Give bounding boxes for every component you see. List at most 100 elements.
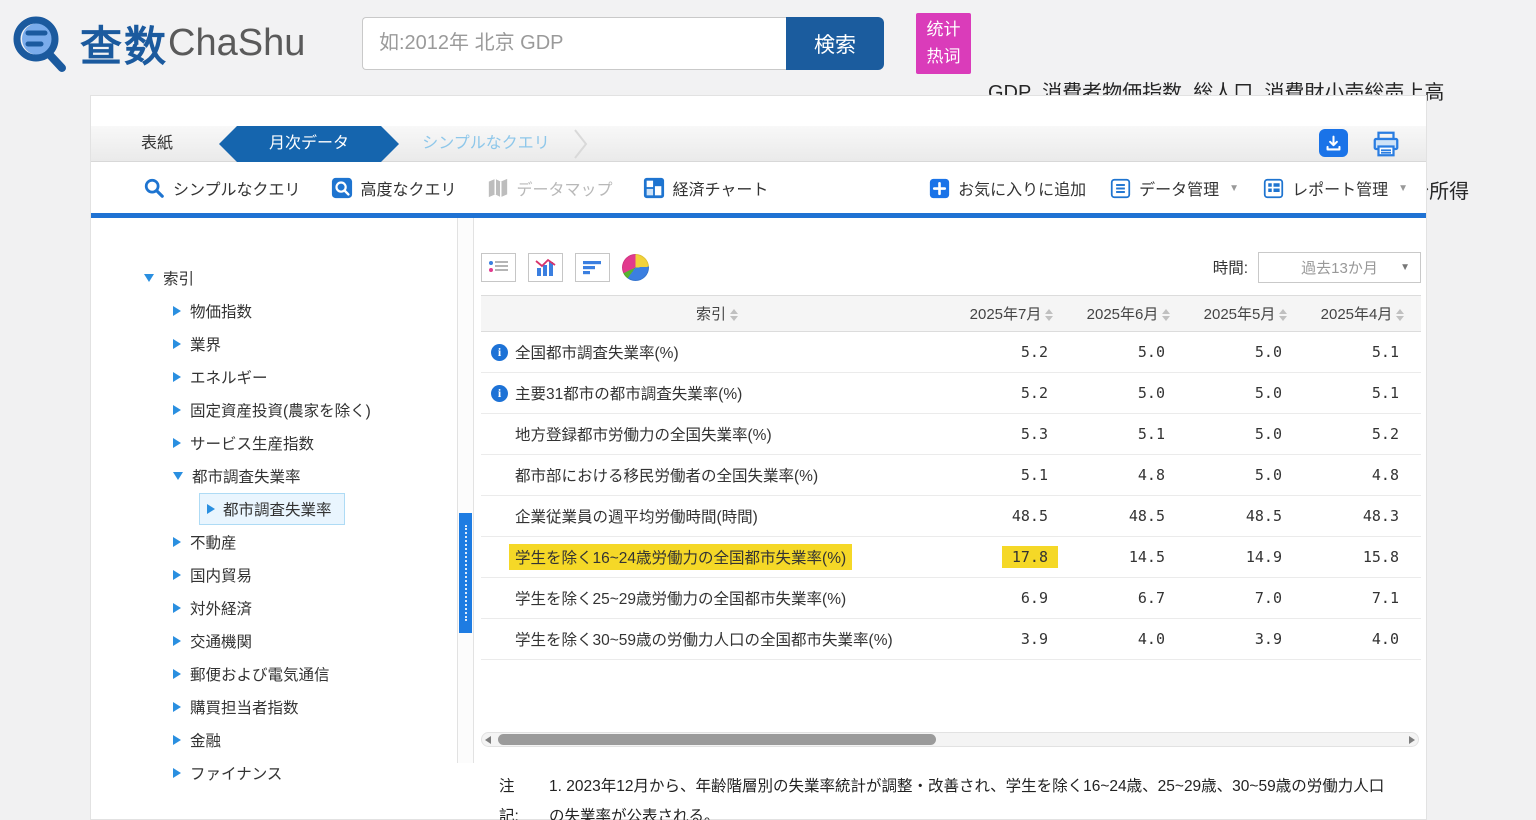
tree-item-label: ファイナンス: [190, 762, 282, 784]
column-header-2[interactable]: 2025年6月: [1070, 303, 1187, 324]
column-header-4[interactable]: 2025年4月: [1304, 303, 1421, 324]
report-manage-menu[interactable]: レポート管理 ▼: [1263, 176, 1408, 200]
advanced-search-icon: [331, 177, 353, 199]
triangle-right-icon[interactable]: [173, 339, 181, 349]
splitter-handle[interactable]: [459, 513, 472, 633]
triangle-down-icon[interactable]: [173, 472, 183, 480]
search-input[interactable]: [362, 17, 786, 70]
column-header-0[interactable]: 索引: [481, 303, 953, 324]
chevron-down-icon: ▼: [1229, 183, 1239, 194]
tree-item-label: 対外経済: [190, 597, 252, 619]
notes-label: 注 記:: [499, 772, 549, 820]
triangle-right-icon[interactable]: [173, 405, 181, 415]
table-row-1[interactable]: i主要31都市の都市調査失業率(%)5.25.05.05.1: [481, 373, 1421, 414]
triangle-right-icon[interactable]: [173, 636, 181, 646]
logo[interactable]: 查数 ChaShu: [8, 11, 305, 75]
table-row-3[interactable]: 都市部における移民労働者の全国失業率(%)5.14.85.04.8: [481, 455, 1421, 496]
tree-item-label: 郵便および電気通信: [190, 663, 330, 685]
triangle-right-icon[interactable]: [173, 735, 181, 745]
triangle-right-icon[interactable]: [173, 702, 181, 712]
info-icon[interactable]: i: [491, 344, 508, 361]
hbar-view-button[interactable]: [575, 253, 610, 282]
tree-item-9[interactable]: 国内貿易: [91, 558, 457, 591]
pie-chart-view-button[interactable]: [622, 254, 649, 281]
table-row-2[interactable]: 地方登録都市労働力の全国失業率(%)5.35.15.05.2: [481, 414, 1421, 455]
data-table: 索引2025年7月2025年6月2025年5月2025年4月 i全国都市調査失業…: [481, 295, 1421, 660]
tree-item-label: 固定資産投資(農家を除く): [190, 399, 371, 421]
cell-value: 5.0: [1255, 425, 1282, 443]
bar-chart-view-button[interactable]: [528, 253, 563, 282]
search-button[interactable]: 検索: [786, 17, 884, 70]
scrollbar-thumb[interactable]: [498, 734, 936, 745]
add-favorite-button[interactable]: お気に入りに追加: [929, 176, 1086, 200]
cell-value: 48.5: [1012, 507, 1048, 525]
tree-item-label: 交通機関: [190, 630, 252, 652]
toolbar-advanced-query[interactable]: 高度なクエリ: [331, 176, 457, 200]
download-button[interactable]: [1319, 129, 1348, 157]
tree-item-5[interactable]: サービス生産指数: [91, 426, 457, 459]
triangle-right-icon[interactable]: [173, 669, 181, 679]
hot-badge-line1: 统计: [916, 17, 971, 43]
tree-item-1[interactable]: 物価指数: [91, 294, 457, 327]
tree-item-4[interactable]: 固定資産投資(農家を除く): [91, 393, 457, 426]
tab-monthly-data[interactable]: 月次データ: [219, 126, 399, 162]
sort-icon[interactable]: [1162, 309, 1170, 321]
tree-item-0[interactable]: 索引: [91, 261, 457, 294]
toolbar-data-map-label: データマップ: [517, 176, 613, 200]
table-row-7[interactable]: 学生を除く30~59歳の労働力人口の全国都市失業率(%)3.94.03.94.0: [481, 619, 1421, 660]
triangle-down-icon[interactable]: [144, 274, 154, 282]
triangle-right-icon[interactable]: [173, 768, 181, 778]
sort-icon[interactable]: [1279, 309, 1287, 321]
toolbar-econ-chart[interactable]: 経済チャート: [643, 176, 769, 200]
tree-item-3[interactable]: エネルギー: [91, 360, 457, 393]
triangle-right-icon[interactable]: [207, 504, 215, 514]
tree-item-11[interactable]: 交通機関: [91, 624, 457, 657]
tree-item-14[interactable]: 金融: [91, 723, 457, 756]
query-toolbar: シンプルなクエリ 高度なクエリ データマップ: [91, 163, 1426, 213]
tree-item-2[interactable]: 業界: [91, 327, 457, 360]
column-header-3[interactable]: 2025年5月: [1187, 303, 1304, 324]
data-manage-menu[interactable]: データ管理 ▼: [1110, 176, 1239, 200]
info-icon[interactable]: i: [491, 385, 508, 402]
sort-icon[interactable]: [1396, 309, 1404, 321]
tree-item-13[interactable]: 購買担当者指数: [91, 690, 457, 723]
tree-item-7[interactable]: 都市調査失業率: [91, 492, 457, 525]
table-row-6[interactable]: 学生を除く25~29歳労働力の全国都市失業率(%)6.96.77.07.1: [481, 578, 1421, 619]
toolbar-simple-query-label: シンプルなクエリ: [173, 176, 301, 200]
sort-icon[interactable]: [730, 309, 738, 321]
tree-item-6[interactable]: 都市調査失業率: [91, 459, 457, 492]
tree-item-8[interactable]: 不動産: [91, 525, 457, 558]
list-view-button[interactable]: [481, 253, 516, 282]
tab-cover[interactable]: 表紙: [119, 126, 195, 162]
table-row-5[interactable]: 学生を除く16~24歳労働力の全国都市失業率(%)17.814.514.915.…: [481, 537, 1421, 578]
triangle-right-icon[interactable]: [173, 537, 181, 547]
table-row-0[interactable]: i全国都市調査失業率(%)5.25.05.05.1: [481, 332, 1421, 373]
top-header: 查数 ChaShu 検索 统计 热词 GDP 消費者物価指数 総人口 消費財小売…: [0, 0, 1536, 90]
cell-value: 48.5: [1246, 507, 1282, 525]
print-button[interactable]: [1371, 129, 1401, 159]
tab-simple-query[interactable]: シンプルなクエリ: [401, 126, 571, 162]
triangle-right-icon[interactable]: [173, 570, 181, 580]
time-range-select[interactable]: 過去13か月 ▼: [1258, 252, 1421, 283]
table-row-4[interactable]: 企業従業員の週平均労働時間(時間)48.548.548.548.3: [481, 496, 1421, 537]
triangle-right-icon[interactable]: [173, 603, 181, 613]
triangle-right-icon[interactable]: [173, 306, 181, 316]
horizontal-scrollbar[interactable]: [481, 732, 1419, 747]
sort-icon[interactable]: [1045, 309, 1053, 321]
tree-item-15[interactable]: ファイナンス: [91, 756, 457, 789]
scroll-right-arrow-icon[interactable]: [1409, 736, 1415, 744]
hot-words-badge[interactable]: 统计 热词: [916, 13, 971, 74]
tree-item-selected[interactable]: 都市調査失業率: [199, 493, 345, 525]
cell-value: 5.0: [1138, 384, 1165, 402]
tree-item-10[interactable]: 対外経済: [91, 591, 457, 624]
cell-value: 5.3: [1021, 425, 1048, 443]
tree-item-label: エネルギー: [190, 366, 268, 388]
triangle-right-icon[interactable]: [173, 438, 181, 448]
scroll-left-arrow-icon[interactable]: [485, 736, 491, 744]
tree-item-12[interactable]: 郵便および電気通信: [91, 657, 457, 690]
row-label: 学生を除く30~59歳の労働力人口の全国都市失業率(%): [515, 628, 893, 650]
column-header-1[interactable]: 2025年7月: [953, 303, 1070, 324]
table-header: 索引2025年7月2025年6月2025年5月2025年4月: [481, 295, 1421, 332]
triangle-right-icon[interactable]: [173, 372, 181, 382]
toolbar-simple-query[interactable]: シンプルなクエリ: [143, 176, 301, 200]
